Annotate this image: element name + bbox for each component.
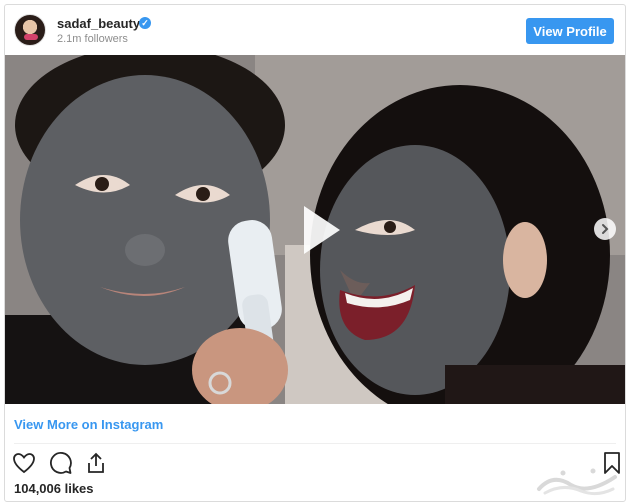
instagram-embed-card: sadaf_beauty ✓ 2.1m followers View Profi… [4,4,626,502]
chevron-right-icon[interactable] [594,218,616,240]
view-more-link[interactable]: View More on Instagram [14,417,163,432]
like-count: 104,006 likes [14,481,94,496]
heart-icon[interactable] [11,450,37,476]
watermark-logo-icon [537,468,617,496]
avatar[interactable] [14,14,46,46]
comment-icon[interactable] [48,450,74,476]
video-thumbnail[interactable] [5,55,625,404]
play-icon[interactable] [288,200,348,260]
action-bar [11,450,621,478]
post-header: sadaf_beauty ✓ 2.1m followers View Profi… [5,5,625,55]
share-icon[interactable] [83,450,109,476]
view-profile-button[interactable]: View Profile [526,18,614,44]
verified-badge-icon: ✓ [139,17,151,29]
follower-count: 2.1m followers [57,33,128,45]
divider [14,443,616,444]
username[interactable]: sadaf_beauty [57,16,140,31]
